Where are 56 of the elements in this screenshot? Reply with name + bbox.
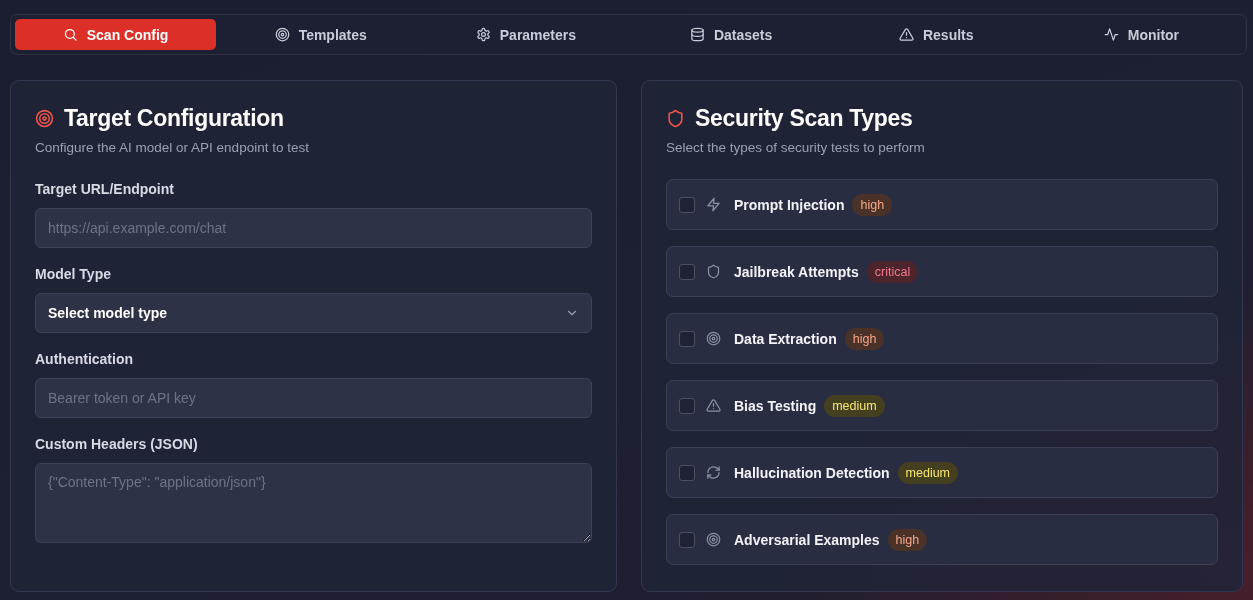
severity-badge: medium: [897, 461, 959, 484]
scan-type-option[interactable]: Adversarial Examples high: [666, 514, 1218, 565]
panel-title: Target Configuration: [64, 105, 284, 132]
scan-type-name: Hallucination Detection: [734, 464, 890, 481]
tab[interactable]: Scan Config: [15, 19, 217, 50]
scan-type-name: Adversarial Examples: [734, 531, 880, 548]
severity-badge: high: [844, 327, 885, 350]
target-icon: [706, 331, 721, 346]
tab[interactable]: Monitor: [1040, 19, 1242, 50]
field-label: Custom Headers (JSON): [35, 436, 199, 452]
scan-type-name: Jailbreak Attempts: [734, 263, 859, 280]
select-dropdown[interactable]: Select model type: [35, 293, 592, 333]
tab[interactable]: Results: [835, 19, 1037, 50]
target-icon: [274, 27, 290, 42]
checkbox[interactable]: [679, 196, 695, 213]
settings-icon: [475, 27, 491, 42]
checkbox[interactable]: [679, 464, 695, 481]
search-icon: [62, 27, 78, 42]
field-label: Authentication: [35, 351, 134, 367]
field-label: Target URL/Endpoint: [35, 181, 175, 197]
panel-title: Security Scan Types: [695, 105, 913, 132]
scan-type-option[interactable]: Prompt Injection high: [666, 179, 1218, 230]
checkbox[interactable]: [679, 531, 695, 548]
severity-badge: high: [852, 193, 893, 216]
target-icon: [35, 109, 54, 128]
scan-type-option[interactable]: Data Extraction high: [666, 313, 1218, 364]
checkbox[interactable]: [679, 263, 695, 280]
pulse-icon: [1103, 27, 1119, 42]
severity-badge: medium: [824, 394, 885, 417]
target-icon: [706, 532, 721, 547]
warning-icon: [898, 27, 914, 42]
warning-icon: [706, 398, 721, 413]
tab[interactable]: Parameters: [425, 19, 627, 50]
tab[interactable]: Templates: [220, 19, 422, 50]
scan-type-option[interactable]: Jailbreak Attempts critical: [666, 246, 1218, 297]
scan-type-name: Bias Testing: [734, 397, 817, 414]
severity-badge: high: [887, 528, 928, 551]
panel-subtitle: Configure the AI model or API endpoint to test: [35, 140, 310, 155]
scan-type-option[interactable]: Bias Testing medium: [666, 380, 1218, 431]
shield-icon: [666, 109, 685, 128]
scan-type-name: Prompt Injection: [734, 196, 845, 213]
checkbox[interactable]: [679, 397, 695, 414]
scan-type-option[interactable]: Hallucination Detection medium: [666, 447, 1218, 498]
shield-icon: [706, 264, 721, 279]
checkbox[interactable]: [679, 330, 695, 347]
scan-type-name: Data Extraction: [734, 330, 837, 347]
panel-subtitle: Select the types of security tests to perform: [666, 140, 926, 155]
tab[interactable]: Datasets: [630, 19, 832, 50]
field-label: Model Type: [35, 266, 112, 282]
lightning-icon: [706, 197, 721, 212]
input-field[interactable]: Bearer token or API key: [35, 378, 592, 418]
database-icon: [689, 27, 705, 42]
text-area[interactable]: {"Content-Type": "application/json"}: [35, 463, 592, 543]
refresh-icon: [706, 465, 721, 480]
severity-badge: critical: [866, 260, 919, 283]
input-field[interactable]: https://api.example.com/chat: [35, 208, 592, 248]
